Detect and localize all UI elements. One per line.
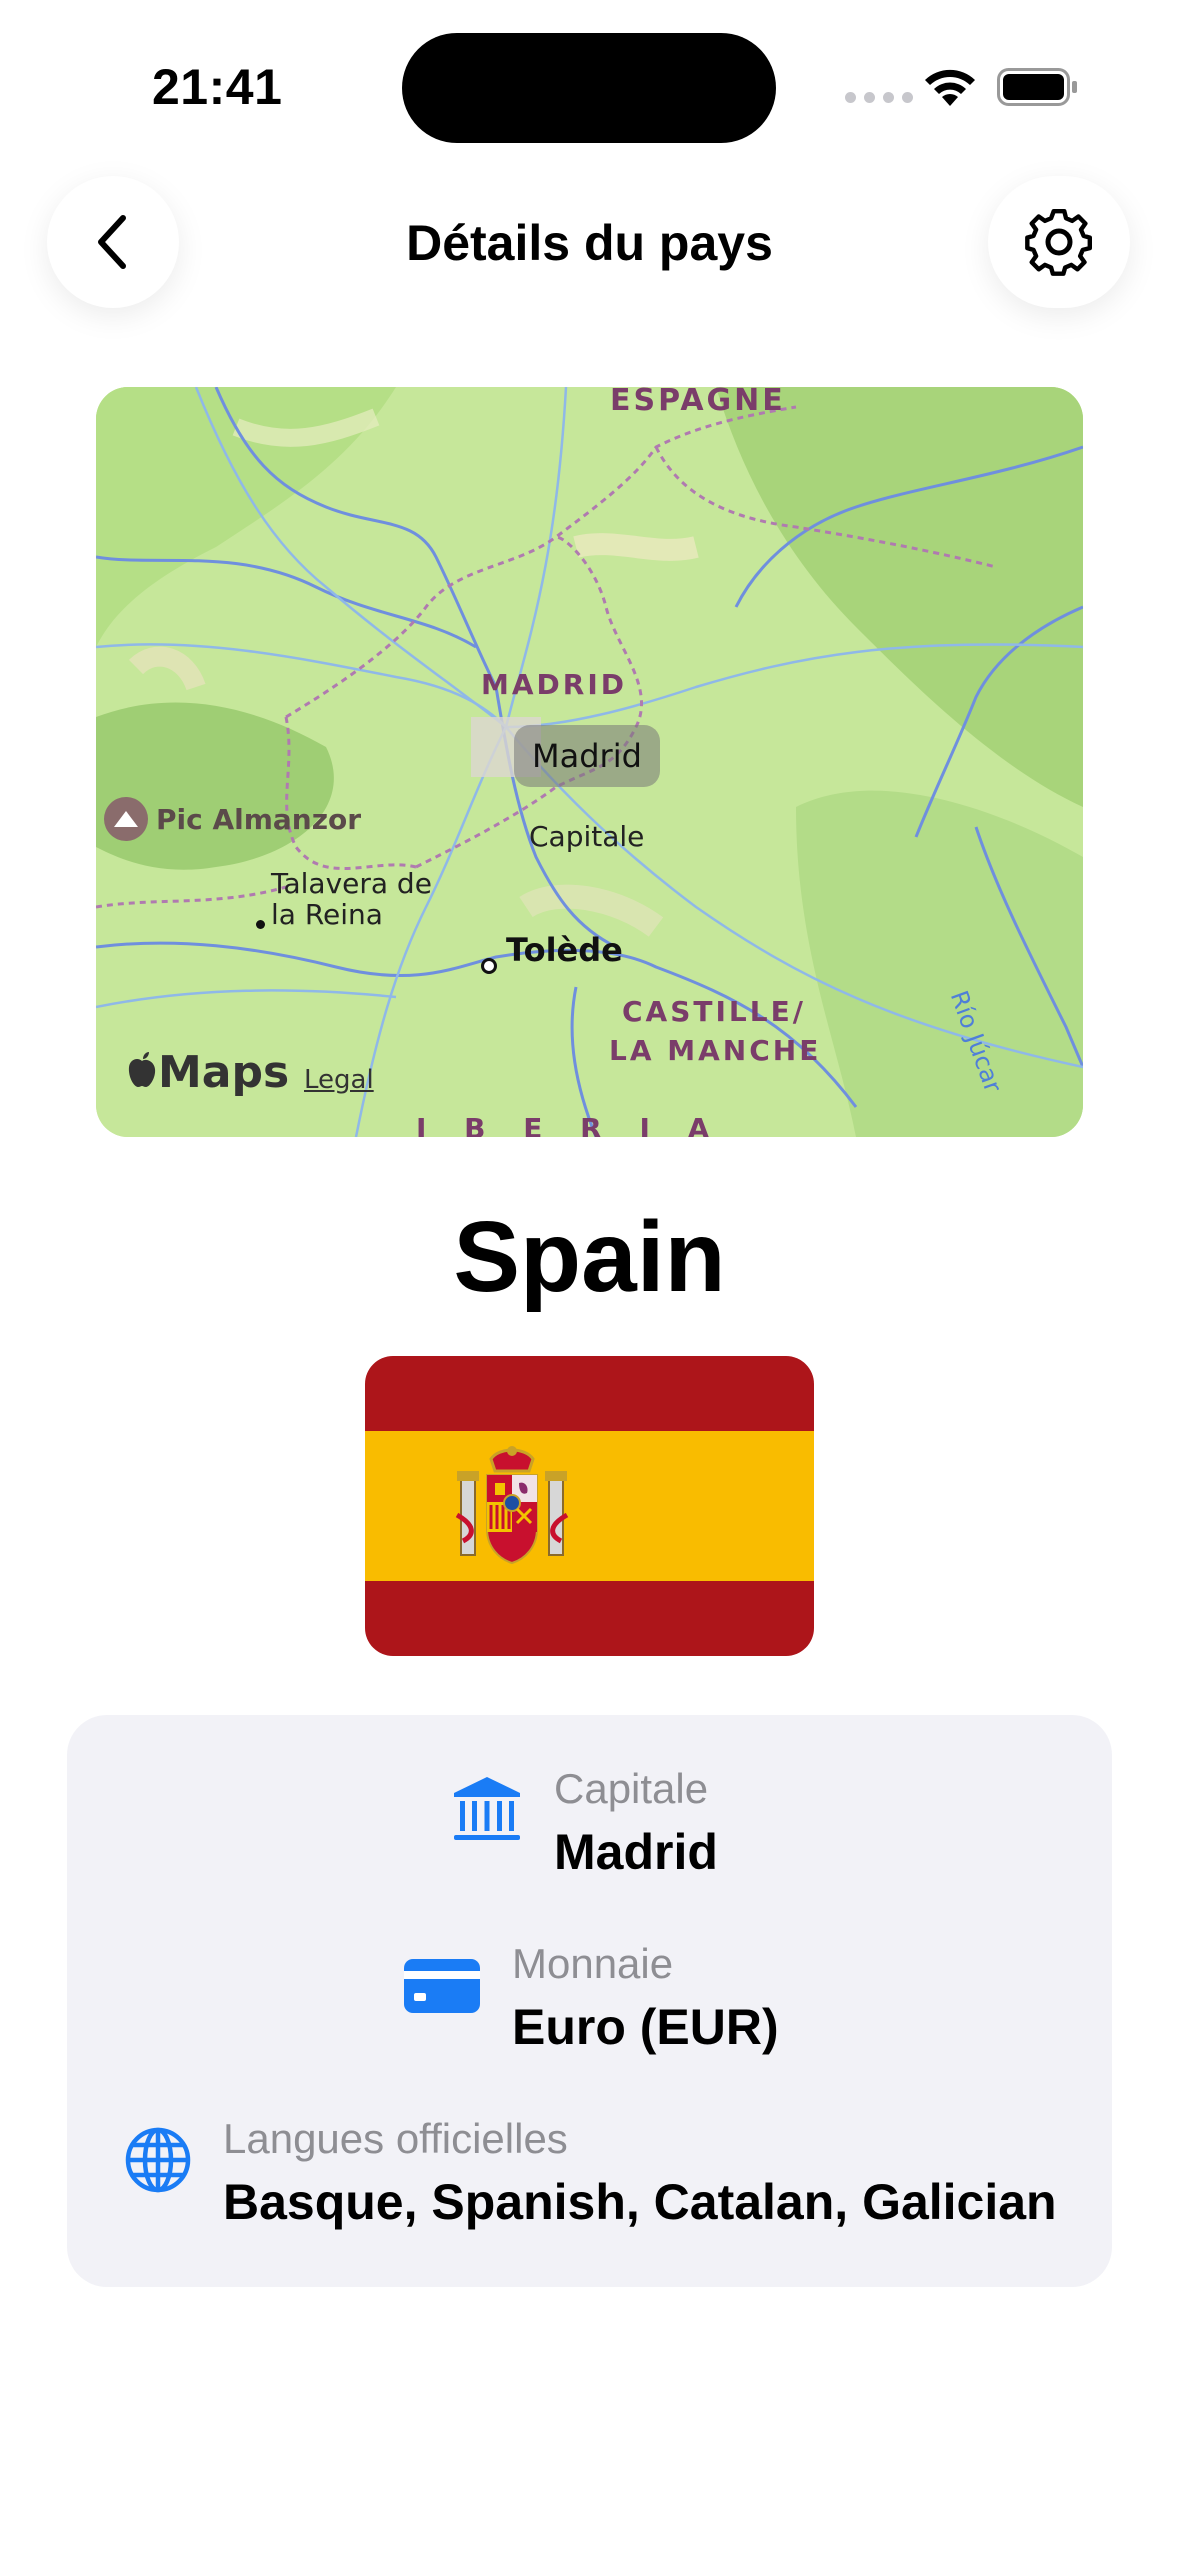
map-pin-madrid[interactable]: Madrid (514, 725, 660, 787)
languages-row: Langues officielles Basque, Spanish, Cat… (123, 2115, 1057, 2231)
dynamic-island (402, 33, 776, 143)
languages-value: Basque, Spanish, Catalan, Galician (223, 2174, 1057, 2230)
map-label-castille-2: LA MANCHE (609, 1034, 822, 1067)
status-time: 21:41 (152, 59, 283, 115)
settings-button[interactable] (988, 176, 1130, 308)
currency-label: Monnaie (512, 1940, 674, 1987)
currency-row: Monnaie Euro (EUR) (402, 1940, 779, 2056)
currency-value: Euro (EUR) (512, 1999, 779, 2055)
map-label-iberia: I B E R I A (416, 1112, 724, 1137)
mountain-icon (104, 797, 148, 841)
map-dot-talavera (256, 920, 265, 929)
map-label-peak: Pic Almanzor (156, 802, 362, 836)
country-name: Spain (453, 1201, 726, 1313)
gear-icon (1025, 209, 1092, 276)
map-label-madrid-region: MADRID (481, 668, 627, 701)
map-label-talavera-2: la Reina (271, 898, 383, 931)
peak-marker: Pic Almanzor (104, 797, 361, 841)
capital-value: Madrid (554, 1824, 718, 1880)
map-view[interactable]: ESPAGNE MADRID Madrid Capitale Pic Alman… (96, 387, 1083, 1137)
battery-icon (997, 68, 1077, 106)
map-label-toledo: Tolède (506, 931, 623, 969)
coat-of-arms-icon (455, 1446, 569, 1565)
map-label-talavera-1: Talavera de (271, 867, 432, 900)
globe-icon (123, 2123, 193, 2197)
languages-label: Langues officielles (223, 2115, 568, 2162)
legal-link[interactable]: Legal (304, 1065, 374, 1095)
map-label-espagne: ESPAGNE (610, 387, 786, 418)
credit-card-icon (402, 1948, 482, 2022)
info-card: Capitale Madrid Monnaie Euro (EUR) Langu… (67, 1715, 1112, 2287)
capital-label: Capitale (554, 1765, 709, 1812)
wifi-icon (925, 69, 975, 106)
maps-logo: Maps (126, 1047, 289, 1098)
map-pin-sublabel: Capitale (529, 820, 645, 853)
map-label-castille-1: CASTILLE/ (622, 995, 806, 1028)
map-dot-toledo (481, 958, 497, 974)
building-columns-icon (450, 1773, 524, 1847)
apple-icon (126, 1051, 158, 1089)
capital-row: Capitale Madrid (450, 1765, 718, 1881)
country-flag (365, 1356, 814, 1656)
cellular-signal-icon (845, 92, 913, 103)
